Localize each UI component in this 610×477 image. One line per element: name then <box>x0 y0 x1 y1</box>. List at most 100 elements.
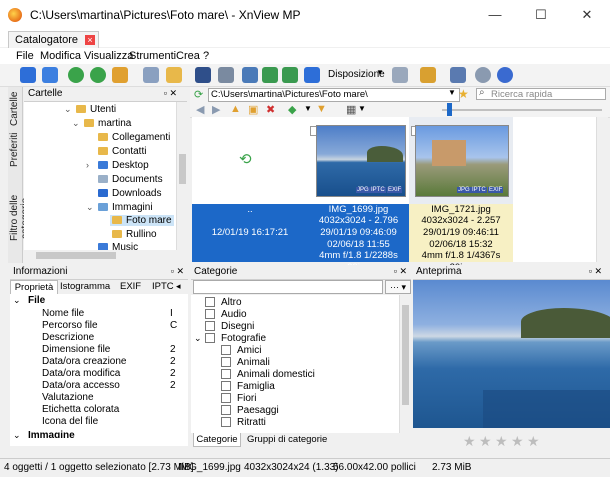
tree-item-utenti[interactable]: Utenti <box>76 104 116 115</box>
category-animali-domestici[interactable]: Animali domestici <box>221 369 315 381</box>
category-animali[interactable]: Animali <box>221 357 270 369</box>
tree-item-documents[interactable]: Documents <box>98 174 163 185</box>
tab-iptc[interactable]: IPTC <box>152 281 174 292</box>
scrollbar-thumb[interactable] <box>402 305 409 405</box>
delete-icon[interactable]: ✖ <box>266 103 275 116</box>
zoom-slider-track[interactable] <box>442 109 602 111</box>
filter-icon[interactable]: ▼ <box>316 103 327 115</box>
pane-close-icon[interactable]: ▫ ✕ <box>171 266 184 277</box>
back-arrow-icon[interactable]: ◀ <box>196 103 204 116</box>
expanded-arrow-icon[interactable]: ⌄ <box>194 333 202 344</box>
convert-icon[interactable] <box>262 67 278 83</box>
side-tab-filtro-categorie[interactable]: Filtro delle categorie <box>9 176 31 260</box>
tab-catalogatore[interactable]: Catalogatore × <box>8 31 99 48</box>
new-folder-icon[interactable]: ▣ <box>248 103 258 116</box>
category-altro[interactable]: Altro <box>205 297 242 309</box>
pane-close-icon[interactable]: ▫ ✕ <box>589 266 602 277</box>
checkbox[interactable] <box>205 333 215 344</box>
tab-categorie[interactable]: Categorie <box>193 433 241 447</box>
folder-icon[interactable] <box>166 67 182 83</box>
tree-item-immagini[interactable]: Immagini <box>98 202 153 213</box>
menu-file[interactable]: File <box>16 50 34 62</box>
category-options-button[interactable]: ··· ▾ <box>385 280 411 294</box>
tree-item-rullino[interactable]: Rullino <box>112 229 157 240</box>
collapsed-arrow-icon[interactable]: › <box>86 160 89 170</box>
pane-close-icon[interactable]: ▫ ✕ <box>394 266 407 277</box>
tab-istogramma[interactable]: Istogramma <box>60 281 110 292</box>
star-favorite-icon[interactable]: ★ <box>458 87 469 101</box>
open-icon[interactable] <box>143 67 159 83</box>
tag-icon[interactable] <box>112 67 128 83</box>
email-icon[interactable] <box>242 67 258 83</box>
sort-icon[interactable] <box>420 67 436 83</box>
rating-star-1-icon[interactable]: ★ <box>463 433 476 450</box>
search-input[interactable]: Ricerca rapida <box>476 88 606 100</box>
rating-star-4-icon[interactable]: ★ <box>511 433 524 450</box>
layout-dropdown-icon[interactable]: ▼ <box>376 68 384 77</box>
slideshow-icon[interactable] <box>304 67 320 83</box>
category-amici[interactable]: Amici <box>221 345 261 357</box>
refresh-icon[interactable]: ⟳ <box>194 88 203 101</box>
close-button[interactable]: ✕ <box>564 0 610 30</box>
tab-exif[interactable]: EXIF <box>120 281 141 292</box>
help-icon[interactable] <box>497 67 513 83</box>
tag-filter-icon[interactable]: ◆ <box>288 103 296 116</box>
zoom-slider-handle[interactable] <box>447 103 452 116</box>
menu-visualizza[interactable]: Visualizza <box>84 50 133 62</box>
side-tab-preferiti[interactable]: Preferiti <box>9 132 21 168</box>
checkbox[interactable] <box>205 309 215 320</box>
group-collapse-icon[interactable]: ⌄ <box>13 295 21 306</box>
forward-arrow-icon[interactable]: ▶ <box>212 103 220 116</box>
rating-star-3-icon[interactable]: ★ <box>495 433 508 450</box>
scrollbar-thumb[interactable] <box>179 154 186 184</box>
gear-icon[interactable] <box>475 67 491 83</box>
tree-item-downloads[interactable]: Downloads <box>98 188 161 199</box>
thumbnail-img-1721[interactable]: JPG IPTC EXIF IMG_1721.jpg 4032x3024 - 2… <box>409 117 513 273</box>
menu-modifica[interactable]: Modifica <box>40 50 81 62</box>
expanded-arrow-icon[interactable]: ⌄ <box>72 118 80 129</box>
address-input[interactable]: C:\Users\martina\Pictures\Foto mare\ <box>208 88 460 102</box>
tab-gruppi-categorie[interactable]: Gruppi di categorie <box>247 434 327 445</box>
tree-item-music[interactable]: Music <box>98 242 138 250</box>
tree-item-foto-mare[interactable]: Foto mare <box>110 215 174 226</box>
rating-star-2-icon[interactable]: ★ <box>479 433 492 450</box>
categories-scrollbar[interactable] <box>399 295 411 433</box>
parent-folder-cell[interactable]: ⟲ .. 12/01/19 16:17:21 <box>192 117 308 262</box>
category-fiori[interactable]: Fiori <box>221 393 256 405</box>
category-disegni[interactable]: Disegni <box>205 321 254 333</box>
browser-view-icon[interactable] <box>20 67 36 83</box>
checkbox[interactable] <box>205 297 215 308</box>
tree-item-desktop[interactable]: Desktop <box>98 160 149 171</box>
rating-star-5-icon[interactable]: ★ <box>527 433 540 450</box>
tab-proprieta[interactable]: Proprietà <box>10 280 58 294</box>
hscrollbar-thumb[interactable] <box>36 252 116 259</box>
tab-close-icon[interactable]: × <box>85 35 95 45</box>
batch-icon[interactable] <box>282 67 298 83</box>
category-famiglia[interactable]: Famiglia <box>221 381 275 393</box>
menu-crea[interactable]: Crea <box>176 50 200 62</box>
checkbox[interactable] <box>221 405 231 416</box>
category-audio[interactable]: Audio <box>205 309 247 321</box>
fullscreen-icon[interactable] <box>42 67 58 83</box>
minimize-button[interactable]: — <box>472 0 518 30</box>
properties-hscrollbar[interactable] <box>10 446 188 457</box>
category-filter-input[interactable] <box>193 280 383 294</box>
checkbox[interactable] <box>221 393 231 404</box>
side-tab-cartelle[interactable]: Cartelle <box>9 92 21 126</box>
rotate-left-icon[interactable] <box>68 67 84 83</box>
category-ritratti[interactable]: Ritratti <box>221 417 266 429</box>
tree-item-martina[interactable]: martina <box>84 118 131 129</box>
category-fotografie[interactable]: Fotografie <box>205 333 266 345</box>
checkbox[interactable] <box>221 381 231 392</box>
binoculars-icon[interactable] <box>195 67 211 83</box>
tree-item-collegamenti[interactable]: Collegamenti <box>98 132 170 143</box>
print-icon[interactable] <box>218 67 234 83</box>
tag-dropdown-icon[interactable]: ▼ <box>304 104 312 113</box>
network-icon[interactable] <box>450 67 466 83</box>
rotate-right-icon[interactable] <box>90 67 106 83</box>
checkbox[interactable] <box>205 321 215 332</box>
menu-help[interactable]: ? <box>203 50 209 62</box>
checkbox[interactable] <box>221 417 231 428</box>
thumb-view-icon[interactable]: ▦ <box>346 103 356 116</box>
up-folder-icon[interactable]: ▲ <box>230 103 241 115</box>
